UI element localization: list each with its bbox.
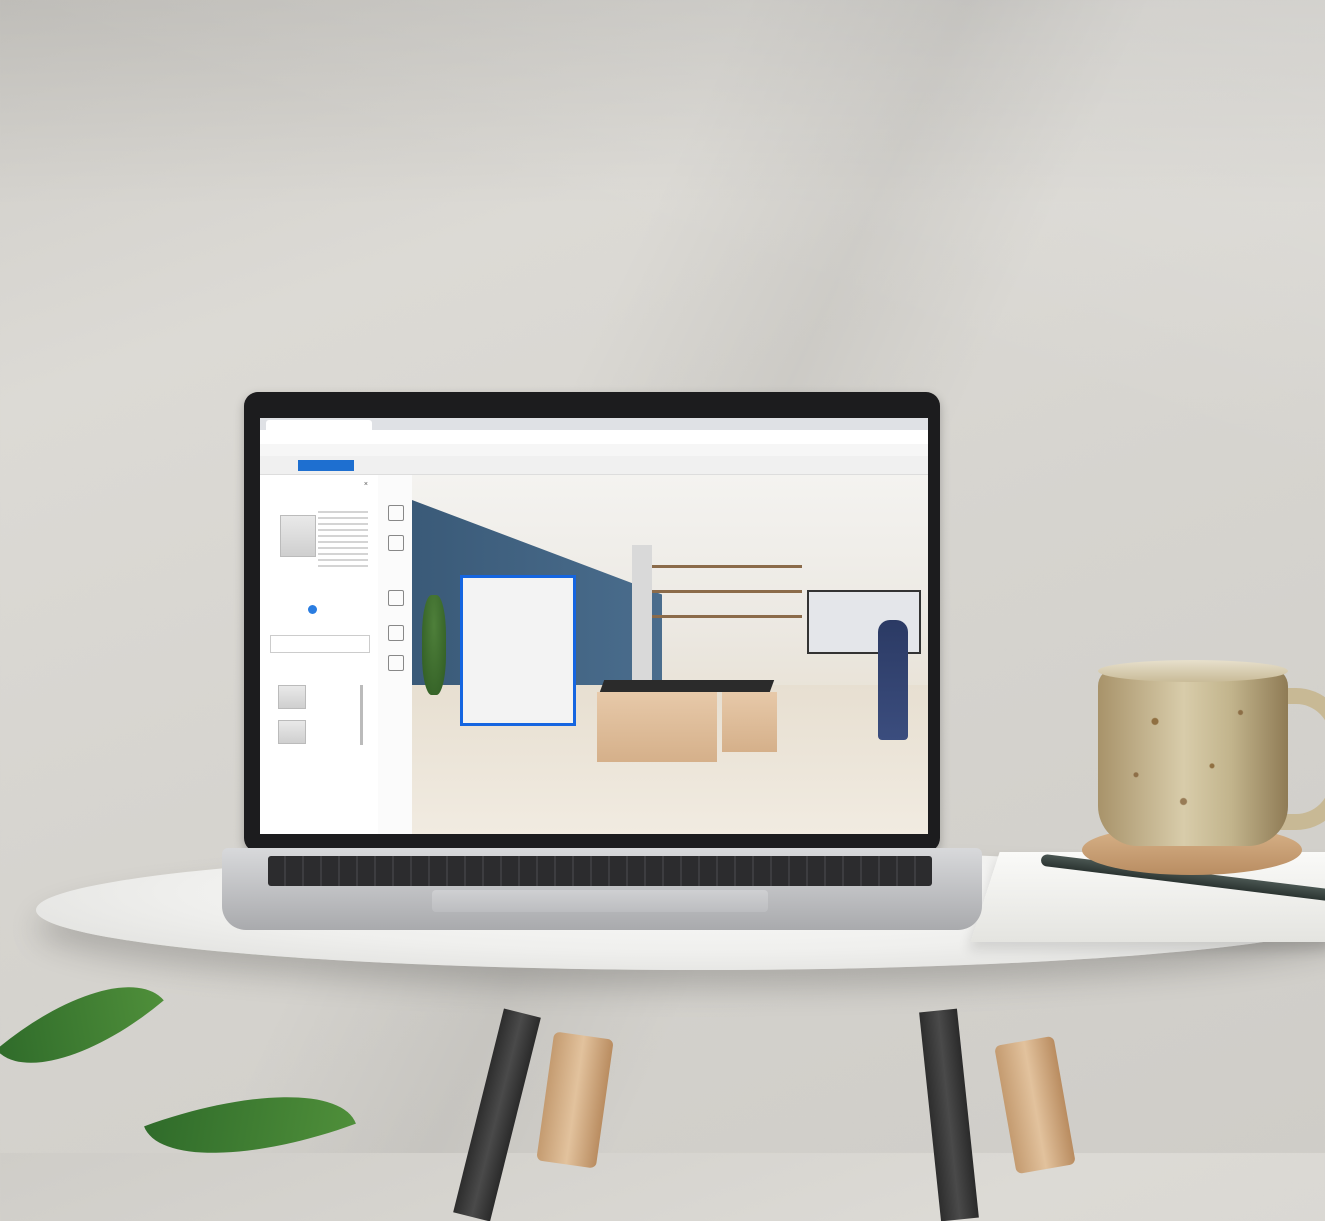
- search-input[interactable]: [270, 635, 370, 653]
- ceramic-mug: [1098, 668, 1288, 846]
- 3d-viewport[interactable]: [412, 475, 928, 834]
- product-list-item[interactable]: [278, 685, 306, 709]
- step-3[interactable]: [346, 460, 418, 471]
- close-icon[interactable]: ×: [364, 481, 368, 488]
- scene-mannequin: [878, 620, 908, 740]
- selected-fume-hood[interactable]: [460, 575, 576, 726]
- app-header: [260, 444, 928, 456]
- scene-shelf: [652, 565, 802, 568]
- bench-top: [599, 680, 775, 692]
- product-description: [318, 511, 368, 571]
- browser-tab[interactable]: [266, 420, 372, 430]
- mug-rim: [1098, 660, 1288, 682]
- zoom-out-icon[interactable]: [388, 535, 404, 551]
- scene-plant: [422, 595, 446, 695]
- lab-bench: [597, 692, 717, 762]
- laptop-screen: ×: [260, 418, 928, 834]
- scene-shelf: [652, 615, 802, 618]
- address-bar[interactable]: [260, 430, 928, 445]
- product-list-item[interactable]: [278, 720, 306, 744]
- selected-product-thumbnail: [280, 515, 316, 557]
- laptop-keyboard: [268, 856, 932, 886]
- step-navigation: [260, 456, 928, 475]
- delete-icon[interactable]: [388, 655, 404, 671]
- product-sidebar: ×: [260, 475, 379, 834]
- copy-icon[interactable]: [388, 625, 404, 641]
- scene-shelf: [652, 590, 802, 593]
- scrollbar[interactable]: [360, 685, 363, 745]
- browser-tab-bar: [260, 418, 928, 430]
- color-option[interactable]: [308, 605, 317, 614]
- rotate-icon[interactable]: [388, 590, 404, 606]
- lab-bench: [722, 692, 777, 752]
- zoom-in-icon[interactable]: [388, 505, 404, 521]
- laptop-trackpad: [432, 890, 768, 912]
- scene-column: [632, 545, 652, 695]
- tool-strip: [378, 475, 413, 834]
